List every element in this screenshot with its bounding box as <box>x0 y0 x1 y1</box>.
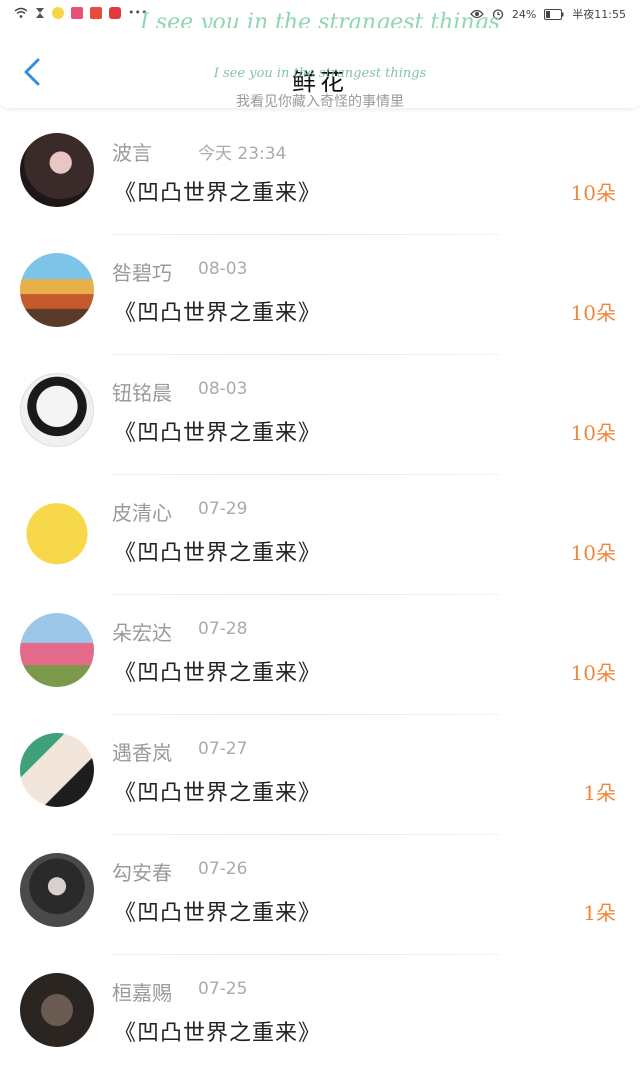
sender-name[interactable]: 波言 <box>112 137 152 166</box>
timestamp: 今天 23:34 <box>198 144 287 164</box>
gift-title: 《凹凸世界之重来》 <box>114 301 322 326</box>
timestamp: 08-03 <box>198 259 248 279</box>
flower-gift-list: 波言 今天 23:34 《凹凸世界之重来》 10朵 咎碧巧 08-03 《凹凸世… <box>0 115 640 1075</box>
list-item[interactable]: 桓嘉赐 07-25 《凹凸世界之重来》 <box>0 955 640 1075</box>
timestamp: 07-28 <box>198 619 248 639</box>
avatar[interactable] <box>20 613 94 687</box>
sender-name[interactable]: 勾安春 <box>112 857 172 886</box>
flower-count: 10朵 <box>570 421 616 445</box>
list-item[interactable]: 波言 今天 23:34 《凹凸世界之重来》 10朵 <box>0 115 640 235</box>
timestamp: 07-26 <box>198 859 248 879</box>
list-item[interactable]: 咎碧巧 08-03 《凹凸世界之重来》 10朵 <box>0 235 640 355</box>
sender-name[interactable]: 朵宏达 <box>112 617 172 646</box>
gift-title: 《凹凸世界之重来》 <box>114 781 322 806</box>
avatar[interactable] <box>20 973 94 1047</box>
avatar[interactable] <box>20 853 94 927</box>
flower-count: 1朵 <box>583 781 616 805</box>
list-item[interactable]: 皮清心 07-29 《凹凸世界之重来》 10朵 <box>0 475 640 595</box>
gift-title: 《凹凸世界之重来》 <box>114 1021 322 1046</box>
flower-count: 1朵 <box>583 901 616 925</box>
sender-name[interactable]: 皮清心 <box>112 497 172 526</box>
avatar[interactable] <box>20 493 94 567</box>
sender-name[interactable]: 咎碧巧 <box>112 257 172 286</box>
avatar[interactable] <box>20 733 94 807</box>
gift-title: 《凹凸世界之重来》 <box>114 541 322 566</box>
timestamp: 07-29 <box>198 499 248 519</box>
sender-name[interactable]: 桓嘉赐 <box>112 977 172 1006</box>
header-subtitle-cn: 我看见你藏入奇怪的事情里 <box>236 94 404 110</box>
timestamp: 07-27 <box>198 739 248 759</box>
flower-count: 10朵 <box>570 661 616 685</box>
flower-count: 10朵 <box>570 301 616 325</box>
avatar[interactable] <box>20 253 94 327</box>
header-subtitle-en: I see you in the strangest things <box>213 66 427 81</box>
flower-count: 10朵 <box>570 541 616 565</box>
list-item[interactable]: 遇香岚 07-27 《凹凸世界之重来》 1朵 <box>0 715 640 835</box>
gift-title: 《凹凸世界之重来》 <box>114 181 322 206</box>
list-item[interactable]: 勾安春 07-26 《凹凸世界之重来》 1朵 <box>0 835 640 955</box>
gift-title: 《凹凸世界之重来》 <box>114 661 322 686</box>
flower-count: 10朵 <box>570 181 616 205</box>
timestamp: 08-03 <box>198 379 248 399</box>
avatar[interactable] <box>20 373 94 447</box>
avatar[interactable] <box>20 133 94 207</box>
sender-name[interactable]: 钮铭晨 <box>112 377 172 406</box>
sender-name[interactable]: 遇香岚 <box>112 737 172 766</box>
list-item[interactable]: 钮铭晨 08-03 《凹凸世界之重来》 10朵 <box>0 355 640 475</box>
gift-title: 《凹凸世界之重来》 <box>114 421 322 446</box>
nav-header: 鲜花 I see you in the strangest things 我看见… <box>0 28 640 110</box>
list-item[interactable]: 朵宏达 07-28 《凹凸世界之重来》 10朵 <box>0 595 640 715</box>
gift-title: 《凹凸世界之重来》 <box>114 901 322 926</box>
timestamp: 07-25 <box>198 979 248 999</box>
